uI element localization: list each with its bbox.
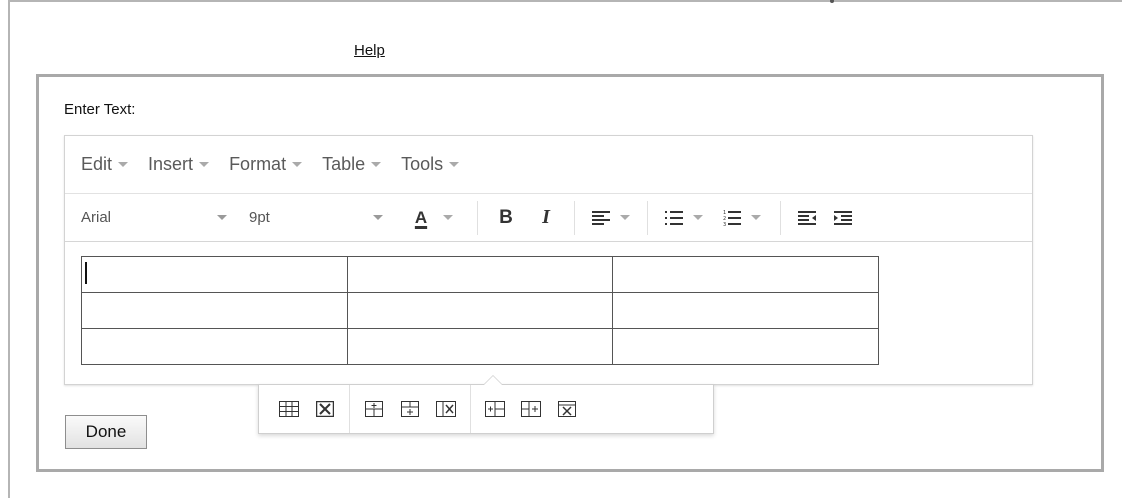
chevron-down-icon (449, 162, 460, 167)
table-cell[interactable] (81, 256, 348, 293)
font-family-value: Arial (81, 209, 112, 226)
insert-col-before-icon (485, 401, 505, 417)
font-size-select[interactable]: 9pt (249, 209, 399, 226)
font-family-select[interactable]: Arial (81, 209, 243, 226)
menu-table[interactable]: Table (322, 154, 382, 175)
menu-bar: Edit Insert Format Table Tools (65, 136, 1032, 194)
chevron-down-icon (443, 215, 454, 220)
outdent-icon (798, 210, 816, 225)
insert-col-after-button[interactable] (513, 394, 549, 424)
table-row (81, 328, 879, 365)
italic-button[interactable]: I (526, 202, 566, 234)
menu-table-label: Table (322, 154, 366, 174)
text-cursor (85, 262, 87, 284)
menu-tools[interactable]: Tools (401, 154, 460, 175)
insert-col-after-icon (521, 401, 541, 417)
popover-arrow-fill (484, 376, 502, 385)
bold-button[interactable]: B (486, 202, 526, 234)
chevron-down-icon (199, 162, 210, 167)
menu-insert-label: Insert (148, 154, 194, 174)
delete-table-icon (316, 401, 334, 417)
chevron-down-icon (371, 162, 382, 167)
editor-content[interactable] (65, 242, 1032, 384)
rich-text-editor: Edit Insert Format Table Tools Arial 9pt… (64, 135, 1033, 385)
svg-text:3: 3 (723, 222, 726, 227)
delete-col-button[interactable] (549, 394, 585, 424)
menu-edit-label: Edit (81, 154, 113, 174)
font-size-value: 9pt (249, 209, 270, 226)
chevron-down-icon (751, 215, 761, 220)
align-button[interactable] (583, 202, 639, 234)
menu-format-label: Format (229, 154, 287, 174)
delete-col-icon (558, 401, 576, 417)
table-props-icon (279, 401, 299, 417)
menu-edit[interactable]: Edit (81, 154, 129, 175)
text-color-button[interactable]: A (399, 202, 469, 234)
table-cell[interactable] (612, 328, 879, 365)
insert-row-before-button[interactable] (356, 394, 392, 424)
table-properties-button[interactable] (271, 394, 307, 424)
chevron-down-icon (118, 162, 129, 167)
indent-button[interactable] (825, 202, 861, 234)
table-cell[interactable] (612, 292, 879, 329)
content-table[interactable] (81, 256, 879, 365)
table-cell[interactable] (346, 328, 614, 365)
table-cell[interactable] (346, 256, 614, 293)
toolbar-separator (647, 200, 648, 235)
context-separator (470, 385, 471, 433)
text-color-icon: A (414, 207, 428, 227)
menu-format[interactable]: Format (229, 154, 303, 175)
table-cell[interactable] (81, 328, 348, 365)
toolbar-separator (574, 200, 575, 235)
chevron-down-icon (292, 162, 303, 167)
menu-tools-label: Tools (401, 154, 444, 174)
chevron-down-icon (620, 215, 630, 220)
table-row (81, 292, 879, 329)
page-frame: Help Enter Text: Edit Insert Format Tabl… (8, 0, 1122, 498)
toolbar-separator (780, 200, 781, 235)
context-separator (349, 385, 350, 433)
delete-table-button[interactable] (307, 394, 343, 424)
insert-row-after-icon (401, 401, 419, 417)
bullet-list-icon (665, 210, 683, 225)
toolbar-separator (477, 200, 478, 235)
done-button[interactable]: Done (65, 415, 147, 449)
table-row (81, 256, 879, 293)
delete-row-icon (436, 401, 456, 417)
insert-col-before-button[interactable] (477, 394, 513, 424)
numbered-list-button[interactable]: 123 (712, 202, 772, 234)
table-context-toolbar (258, 375, 714, 434)
outdent-button[interactable] (789, 202, 825, 234)
indent-icon (834, 210, 852, 225)
help-link[interactable]: Help (354, 42, 385, 59)
table-cell[interactable] (346, 292, 614, 329)
bullet-list-button[interactable] (656, 202, 712, 234)
italic-icon: I (542, 206, 550, 228)
insert-row-before-icon (365, 401, 383, 417)
align-left-icon (592, 210, 610, 225)
insert-row-after-button[interactable] (392, 394, 428, 424)
enter-text-label: Enter Text: (64, 101, 136, 118)
delete-row-button[interactable] (428, 394, 464, 424)
numbered-list-icon: 123 (723, 210, 741, 227)
bold-icon: B (499, 206, 513, 228)
chevron-down-icon (217, 215, 227, 220)
top-dot (830, 0, 834, 3)
menu-insert[interactable]: Insert (148, 154, 210, 175)
chevron-down-icon (693, 215, 703, 220)
table-cell[interactable] (612, 256, 879, 293)
format-toolbar: Arial 9pt A B I 1 2 3 (65, 194, 1032, 242)
table-cell[interactable] (81, 292, 348, 329)
chevron-down-icon (373, 215, 383, 220)
